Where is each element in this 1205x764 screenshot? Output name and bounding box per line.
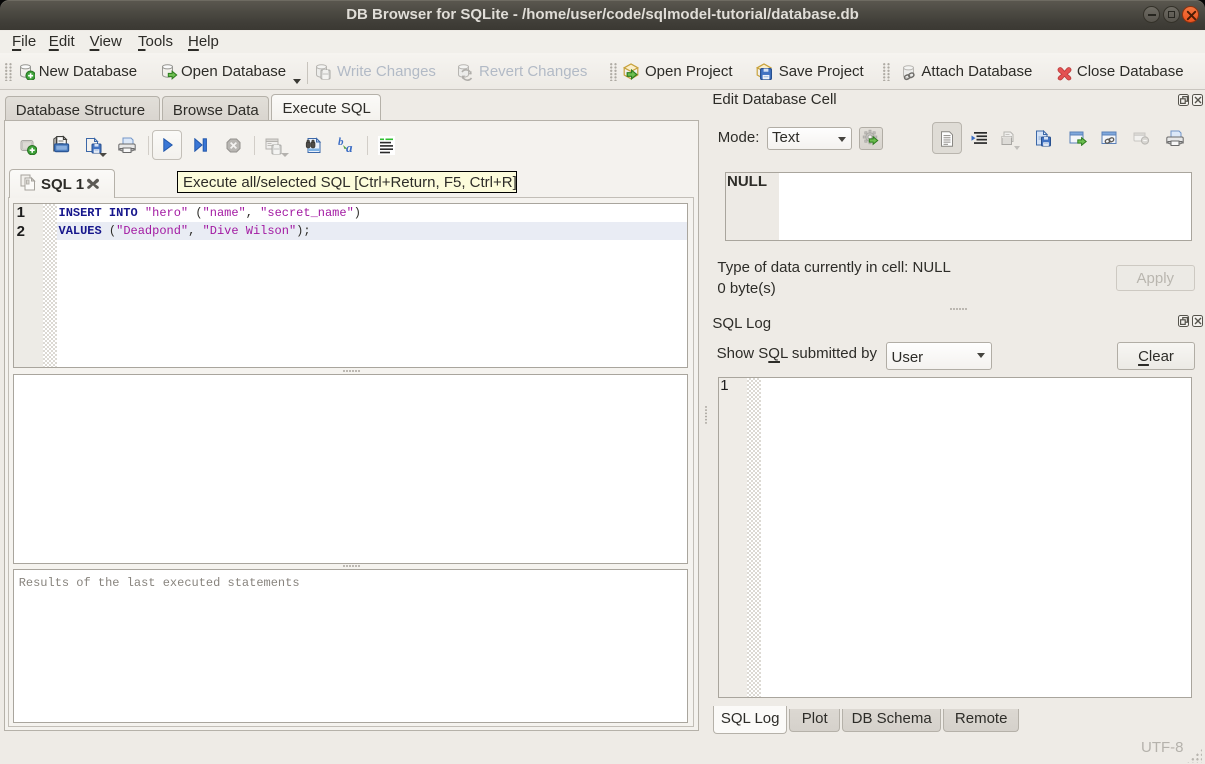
svg-text:a: a <box>346 140 353 154</box>
svg-text:b: b <box>338 136 344 148</box>
